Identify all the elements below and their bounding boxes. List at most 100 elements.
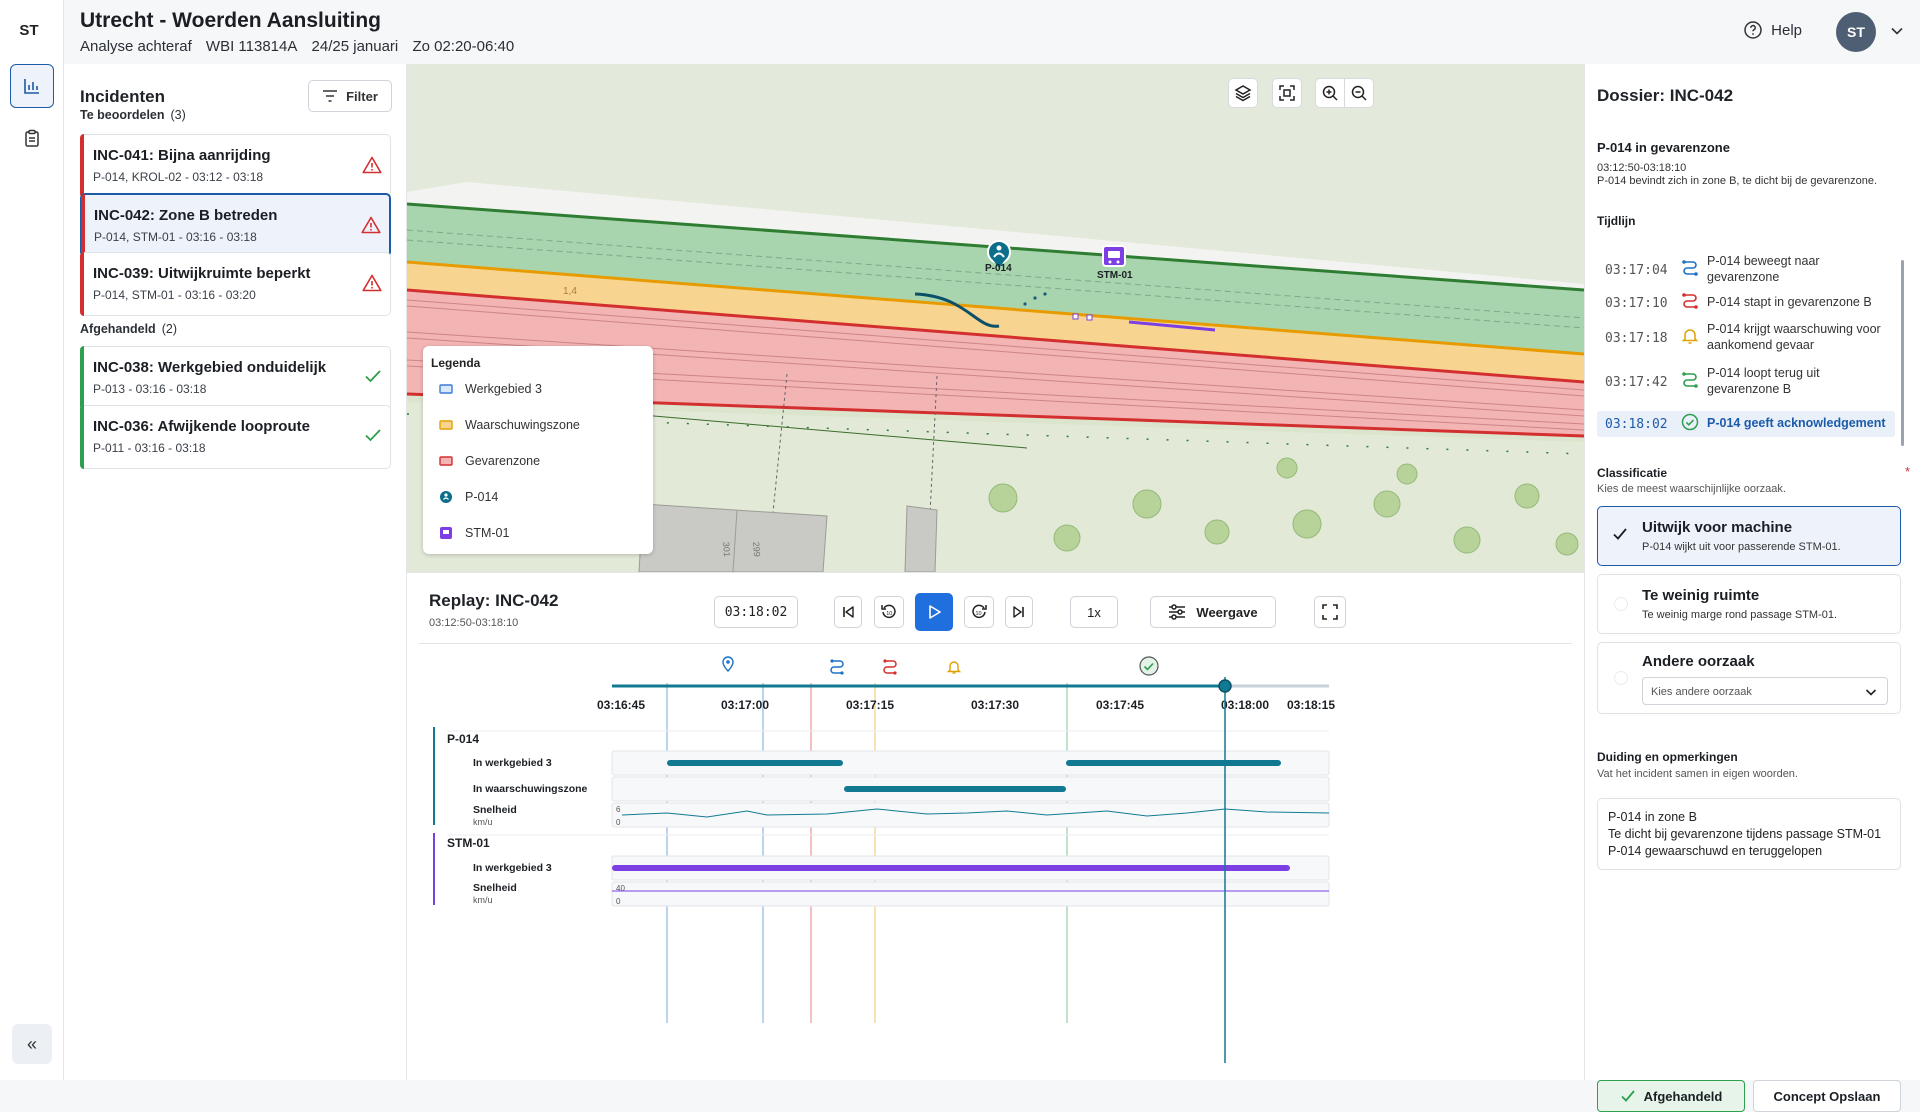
entity-label: P-014: [447, 732, 479, 746]
dossier-range: 03:12:50-03:18:10: [1597, 162, 1687, 174]
classification-hint: Kies de meest waarschijnlijke oorzaak.: [1597, 483, 1786, 495]
timeline-item[interactable]: 03:17:04 P-014 beweegt naar gevarenzone: [1597, 252, 1897, 288]
incident-card[interactable]: INC-038: Werkgebied onduidelijk P-013 - …: [80, 346, 391, 410]
replay-range: 03:12:50-03:18:10: [429, 617, 519, 629]
axis-max: 40: [616, 884, 625, 893]
filter-icon: [323, 90, 338, 102]
help-button[interactable]: Help: [1743, 20, 1802, 40]
classification-option[interactable]: Andere oorzaak Kies andere oorzaak: [1597, 642, 1901, 714]
classification-option-selected[interactable]: Uitwijk voor machine P-014 wijkt uit voo…: [1597, 506, 1901, 566]
tick-label: 03:16:45: [597, 698, 645, 712]
collapse-sidebar-button[interactable]: «: [12, 1024, 52, 1064]
map-view[interactable]: 301 299 1,4 P-014 STM-01 Legenda Werkgeb…: [407, 64, 1584, 572]
occupancy-bar[interactable]: [612, 865, 1290, 871]
zoom-in-button[interactable]: [1315, 78, 1345, 108]
incident-panel-title: Incidenten: [80, 87, 166, 106]
timeline-item[interactable]: 03:17:18 P-014 krijgt waarschuwing voor …: [1597, 320, 1897, 356]
legend-label: P-014: [465, 490, 499, 504]
route-icon: [883, 659, 897, 675]
speed-button[interactable]: 1x: [1070, 596, 1118, 628]
rewind-10-button[interactable]: 10: [874, 596, 904, 628]
skip-to-end-button[interactable]: [1005, 596, 1033, 628]
pin-icon: [722, 656, 734, 672]
mark-handled-button[interactable]: Afgehandeld: [1597, 1080, 1745, 1112]
route-icon: [1682, 371, 1698, 388]
double-chevron-left-icon: «: [26, 1033, 37, 1054]
notes-textarea[interactable]: P-014 in zone B Te dicht bij gevarenzone…: [1597, 798, 1901, 870]
play-button[interactable]: [915, 593, 953, 631]
chevron-down-icon[interactable]: [1890, 24, 1904, 38]
save-draft-label: Concept Opslaan: [1773, 1088, 1881, 1104]
incident-card[interactable]: INC-036: Afwijkende looproute P-011 - 03…: [80, 405, 391, 469]
filter-button[interactable]: Filter: [308, 80, 392, 112]
forward-10-button[interactable]: 10: [964, 596, 994, 628]
header: Utrecht - Woerden Aansluiting Analyse ac…: [64, 0, 1920, 64]
select-placeholder: Kies andere oorzaak: [1651, 686, 1752, 698]
status-bar: [81, 194, 85, 256]
analysis-nav-button[interactable]: [10, 64, 54, 108]
option-title: Andere oorzaak: [1642, 653, 1755, 670]
incident-meta: P-014, KROL-02 - 03:12 - 03:18: [93, 170, 264, 184]
fit-view-button[interactable]: [1272, 78, 1302, 108]
other-cause-select[interactable]: Kies andere oorzaak: [1642, 677, 1888, 705]
timeline-item-active[interactable]: 03:18:02 P-014 geeft acknowledgement: [1597, 411, 1895, 437]
classification-option[interactable]: Te weinig ruimte Te weinig marge rond pa…: [1597, 574, 1901, 634]
required-marker: *: [1904, 464, 1910, 479]
timeline-item[interactable]: 03:17:42 P-014 loopt terug uit gevarenzo…: [1597, 364, 1897, 400]
timeline-text: P-014 stapt in gevarenzone B: [1707, 295, 1872, 310]
section-label: Te beoordelen: [80, 108, 165, 122]
legend-item: STM-01: [439, 526, 509, 540]
dossier-panel: Dossier: INC-042 P-014 in gevarenzone 03…: [1584, 64, 1920, 1112]
timeline-chart[interactable]: 03:16:45 03:17:00 03:17:15 03:17:30 03:1…: [407, 643, 1584, 1081]
machine-marker[interactable]: [1102, 245, 1126, 267]
option-description: P-014 wijkt uit voor passerende STM-01.: [1642, 541, 1841, 553]
occupancy-bar[interactable]: [1066, 760, 1281, 766]
incident-meta: P-014, STM-01 - 03:16 - 03:20: [93, 288, 256, 302]
timeline-scrollbar[interactable]: [1901, 260, 1904, 446]
legend-item: Waarschuwingszone: [439, 418, 580, 432]
incident-card[interactable]: INC-041: Bijna aanrijding P-014, KROL-02…: [80, 134, 391, 198]
save-draft-button[interactable]: Concept Opslaan: [1753, 1080, 1901, 1112]
layers-button[interactable]: [1228, 78, 1258, 108]
occupancy-bar[interactable]: [844, 786, 1066, 792]
replay-time-field[interactable]: 03:18:02: [714, 596, 798, 628]
incident-card-selected[interactable]: INC-042: Zone B betreden P-014, STM-01 -…: [80, 193, 391, 257]
incident-title: INC-038: Werkgebied onduidelijk: [93, 359, 327, 376]
axis-min: 0: [616, 897, 621, 906]
work-area-swatch-icon: [439, 384, 453, 394]
skip-to-start-button[interactable]: [834, 596, 862, 628]
tick-label: 03:18:15: [1287, 698, 1335, 712]
dossier-description: P-014 bevindt zich in zone B, te dicht b…: [1597, 175, 1878, 187]
fullscreen-button[interactable]: [1314, 596, 1346, 628]
machine-label: STM-01: [1097, 270, 1133, 281]
occupancy-bar[interactable]: [667, 760, 843, 766]
zoom-out-button[interactable]: [1344, 78, 1374, 108]
incident-title: INC-036: Afwijkende looproute: [93, 418, 310, 435]
work-order-id: WBI 113814A: [205, 38, 298, 55]
unit-label: km/u: [473, 817, 493, 827]
building-number: 301: [721, 541, 732, 557]
incident-card[interactable]: INC-039: Uitwijkruimte beperkt P-014, ST…: [80, 252, 391, 316]
replay-panel: Replay: INC-042 03:12:50-03:18:10 03:18:…: [407, 572, 1584, 1080]
row-label: In waarschuwingszone: [473, 783, 588, 795]
clipboard-nav-button[interactable]: [10, 116, 54, 160]
filter-label: Filter: [346, 88, 378, 104]
zoom-out-icon: [1351, 85, 1367, 101]
route-icon: [1682, 259, 1698, 276]
timeline-item[interactable]: 03:17:10 P-014 stapt in gevarenzone B: [1597, 290, 1897, 316]
section-label: Afgehandeld: [80, 322, 156, 336]
nav-rail: ST «: [0, 0, 64, 1080]
timeline-text: P-014 geeft acknowledgement: [1707, 416, 1886, 431]
radio-indicator[interactable]: [1614, 671, 1628, 685]
tick-label: 03:18:00: [1221, 698, 1269, 712]
timeline-time: 03:17:18: [1605, 330, 1668, 346]
playhead-handle[interactable]: [1218, 679, 1232, 693]
bar-chart-icon: [24, 79, 39, 94]
skip-forward-icon: [1013, 606, 1024, 618]
radio-indicator[interactable]: [1614, 597, 1628, 611]
skip-back-icon: [843, 606, 854, 618]
timeline-time: 03:17:04: [1605, 262, 1668, 278]
tick-label: 03:17:45: [1096, 698, 1144, 712]
view-settings-button[interactable]: Weergave: [1150, 596, 1276, 628]
avatar[interactable]: ST: [1836, 12, 1876, 52]
